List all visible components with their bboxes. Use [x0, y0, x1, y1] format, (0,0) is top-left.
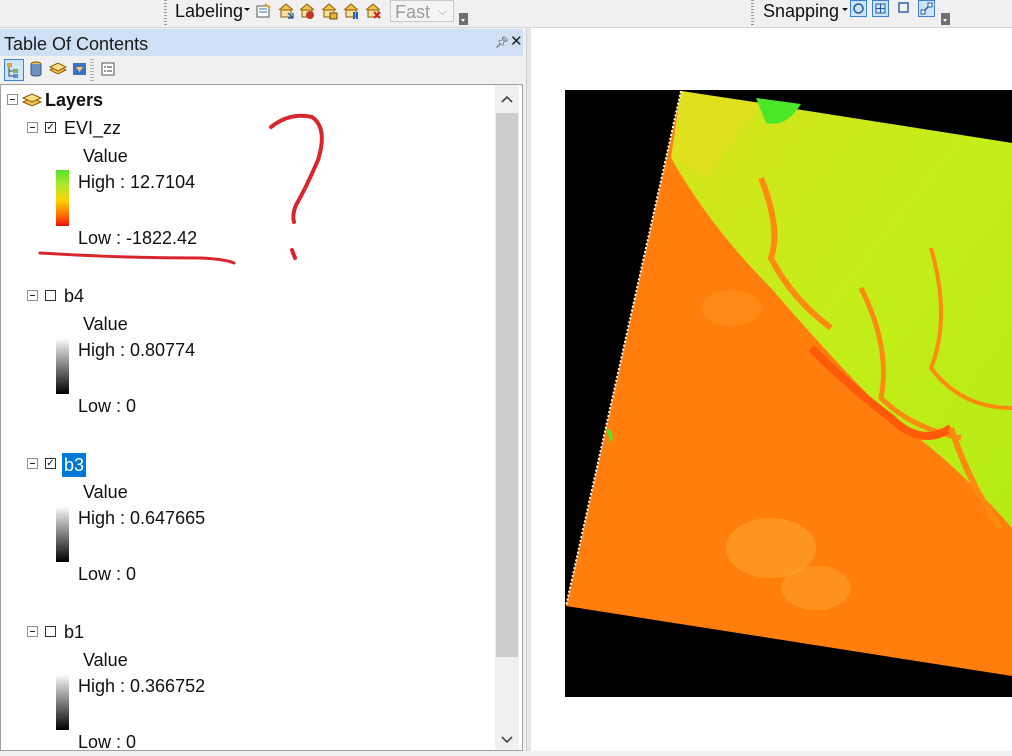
selection-icon: [73, 63, 86, 75]
layer-visibility-checkbox[interactable]: ✓: [45, 122, 56, 133]
edge-snapping-button[interactable]: [918, 0, 935, 17]
main-toolbar: Labeling Fast ⌵ Snapping: [0, 0, 1012, 28]
toolbar-separator: [90, 59, 94, 81]
toc-title: Table Of Contents: [4, 34, 149, 54]
end-snapping-button[interactable]: [872, 0, 889, 17]
end-snap-icon: [875, 3, 886, 14]
legend-value-label: Value: [83, 146, 128, 166]
legend-value-label: Value: [83, 314, 128, 334]
legend-value-label: Value: [83, 482, 128, 502]
list-by-source-button[interactable]: [27, 59, 47, 81]
layer-collapse-toggle[interactable]: [27, 122, 38, 133]
legend-low-value: Low : 0: [78, 396, 137, 416]
close-icon[interactable]: ✕: [510, 32, 523, 50]
scroll-up-icon[interactable]: [498, 90, 516, 108]
toc-title-bar: Table Of Contents 📌︎ ✕: [0, 29, 523, 56]
legend-value-label: Value: [83, 650, 128, 670]
layer-collapse-toggle[interactable]: [27, 290, 38, 301]
list-by-drawing-order-button[interactable]: [4, 59, 24, 81]
layer-visibility-checkbox[interactable]: [45, 626, 56, 637]
label-quality-select[interactable]: Fast ⌵: [390, 0, 454, 22]
pause-labeling-icon[interactable]: [342, 2, 360, 20]
snapping-menu[interactable]: Snapping: [763, 0, 839, 22]
label-quality-value: Fast: [395, 2, 431, 22]
list-by-selection-button[interactable]: [71, 59, 91, 81]
legend-high-value: High : 0.647665: [78, 508, 206, 528]
options-button[interactable]: [99, 59, 119, 81]
legend-low-value: Low : 0: [78, 732, 137, 752]
point-snap-icon: [853, 3, 864, 14]
grayscale-ramp-swatch: [56, 506, 69, 562]
label-weight-icon[interactable]: [298, 2, 316, 20]
legend-high-value: High : 12.7104: [78, 172, 196, 192]
layer-name[interactable]: b4: [64, 286, 84, 306]
labeling-dropdown-caret[interactable]: [244, 8, 250, 11]
legend-high-value: High : 0.80774: [78, 340, 196, 360]
legend-low-value: Low : 0: [78, 564, 137, 584]
raster-map-image: [565, 90, 1012, 697]
chevron-down-icon: ⌵: [438, 4, 448, 18]
drawing-order-icon: [7, 63, 18, 78]
label-priority-icon[interactable]: [277, 2, 295, 20]
toolbar-grip[interactable]: [164, 0, 167, 25]
edge-snap-icon: [920, 2, 933, 15]
scroll-thumb[interactable]: [496, 113, 518, 657]
database-icon: [30, 61, 42, 77]
point-snapping-button[interactable]: [850, 0, 867, 17]
legend-high-value: High : 0.366752: [78, 676, 206, 696]
layers-icon: [22, 93, 42, 107]
layer-visibility-checkbox[interactable]: [45, 290, 56, 301]
options-list-icon: [101, 62, 115, 76]
vertex-snap-icon: [898, 2, 909, 13]
toolbar-grip[interactable]: [751, 0, 754, 25]
snapping-dropdown-caret[interactable]: [842, 8, 848, 11]
color-ramp-swatch: [56, 170, 69, 226]
label-manager-icon[interactable]: [255, 2, 273, 20]
layers-root-label[interactable]: Layers: [45, 90, 103, 110]
toolbar-options-grip[interactable]: [459, 13, 468, 25]
layer-collapse-toggle[interactable]: [27, 458, 38, 469]
layers-visibility-icon: [48, 62, 68, 75]
labeling-menu[interactable]: Labeling: [175, 0, 243, 22]
lock-labels-icon[interactable]: [320, 2, 338, 20]
scroll-down-icon[interactable]: [498, 731, 516, 749]
legend-low-value: Low : -1822.42: [78, 228, 198, 248]
toc-toolbar: [0, 56, 523, 84]
layer-name-selected[interactable]: b3: [62, 453, 87, 477]
grayscale-ramp-swatch: [56, 338, 69, 394]
layer-visibility-checkbox[interactable]: ✓: [45, 458, 56, 469]
grayscale-ramp-swatch: [56, 674, 69, 730]
layer-name[interactable]: EVI_zz: [64, 118, 121, 138]
layer-collapse-toggle[interactable]: [27, 626, 38, 637]
pin-icon[interactable]: 📌︎: [495, 36, 509, 49]
vertex-snapping-button[interactable]: [896, 0, 913, 17]
layers-collapse-toggle[interactable]: [7, 94, 18, 105]
map-view[interactable]: [531, 28, 1012, 751]
toolbar-options-grip[interactable]: [941, 13, 950, 25]
layer-name[interactable]: b1: [64, 622, 84, 642]
unplaced-labels-icon[interactable]: [364, 2, 382, 20]
list-by-visibility-button[interactable]: [48, 59, 69, 81]
